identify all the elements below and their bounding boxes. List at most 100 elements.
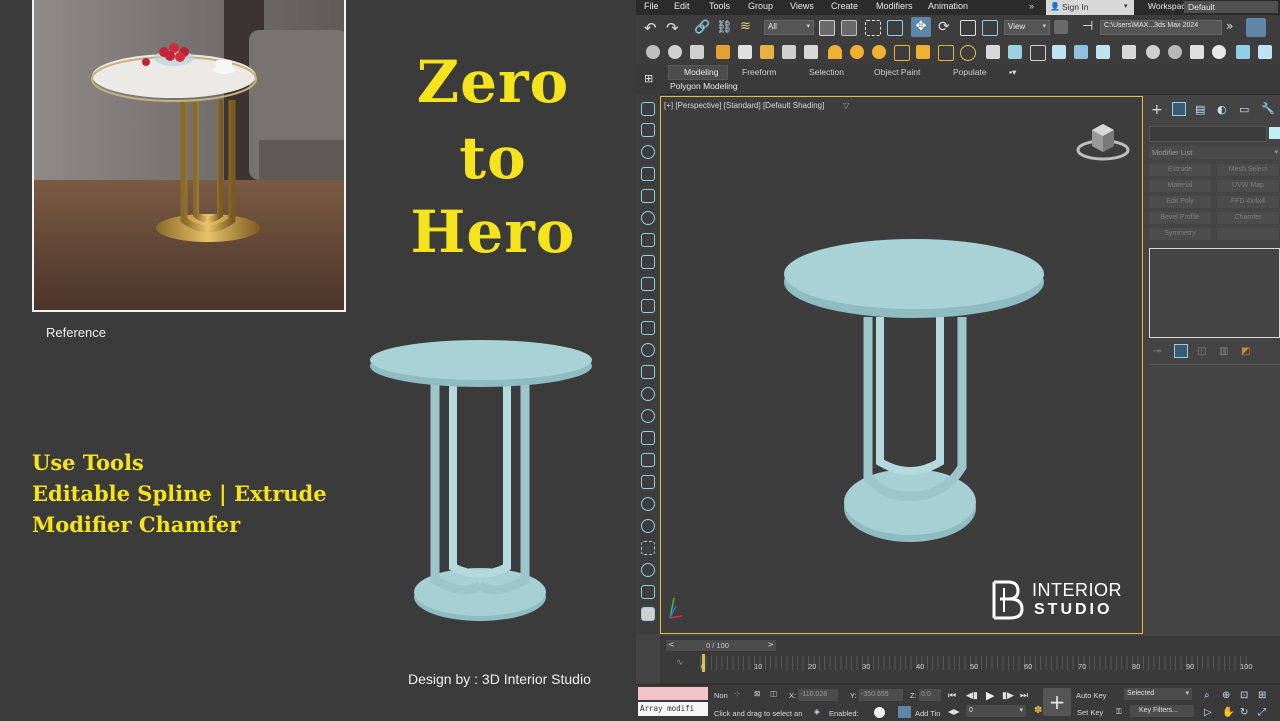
zoom-all-icon[interactable]: ⊕ — [1222, 690, 1230, 701]
select-and-manipulate-icon[interactable]: ⊣ — [1082, 19, 1093, 34]
set-key-button[interactable]: Set Key — [1077, 708, 1103, 717]
render-icon[interactable] — [668, 45, 682, 59]
display-tab-icon[interactable]: ▭ — [1239, 103, 1249, 116]
sign-in-box[interactable]: 👤 Sign In ▾ — [1046, 0, 1134, 15]
pin-stack-icon[interactable]: ⊸ — [1153, 346, 1161, 357]
camera-icon[interactable] — [738, 45, 752, 59]
auto-key-button[interactable]: Auto Key — [1076, 691, 1106, 700]
set-key-large-icon[interactable]: + — [1043, 688, 1071, 716]
side-camera-icon[interactable] — [641, 167, 655, 181]
next-frame-icon[interactable]: ▮▶ — [1002, 690, 1014, 701]
modifier-button-uvw-map[interactable]: UVW Map — [1217, 180, 1279, 192]
half-sphere-icon[interactable] — [850, 45, 864, 59]
time-config-icon[interactable]: ✽ — [1034, 705, 1042, 716]
rectangular-selection-icon[interactable] — [865, 20, 881, 36]
bind-space-warp-icon[interactable]: ≋ — [740, 19, 751, 34]
add-time-tag-icon[interactable] — [898, 706, 911, 718]
orbit-icon[interactable]: ↻ — [1240, 707, 1248, 718]
rotate-icon[interactable]: ⟳ — [938, 19, 950, 35]
side-help-icon[interactable] — [641, 145, 655, 159]
side-paint-icon[interactable] — [641, 387, 655, 401]
side-box-icon[interactable] — [641, 365, 655, 379]
side-create-icon[interactable] — [641, 102, 655, 116]
side-snap-icon[interactable] — [641, 541, 655, 555]
tab-modeling[interactable]: Modeling — [668, 65, 728, 80]
side-question-icon[interactable] — [641, 519, 655, 533]
save-icon[interactable] — [1246, 18, 1266, 37]
selection-lock-icon[interactable]: ⊠ — [754, 689, 760, 698]
tab-object-paint[interactable]: Object Paint — [874, 67, 920, 77]
link-icon[interactable]: 🔗 — [694, 20, 710, 35]
key-mode-icon[interactable]: ◀▶ — [948, 707, 960, 716]
sunlight-icon[interactable] — [960, 45, 976, 61]
current-frame-field[interactable]: 0 ▾ — [966, 705, 1026, 717]
absolute-mode-icon[interactable]: ◫ — [770, 689, 777, 698]
side-nodes-icon[interactable] — [641, 585, 655, 599]
modifier-stack[interactable] — [1149, 248, 1280, 338]
field-of-view-icon[interactable]: ▷ — [1204, 707, 1212, 718]
omni-icon[interactable] — [938, 45, 954, 61]
side-light-icon[interactable] — [641, 211, 655, 225]
menu-create[interactable]: Create — [831, 1, 858, 11]
side-image-icon[interactable] — [641, 607, 655, 621]
side-target-icon[interactable] — [641, 563, 655, 577]
pyramid-icon[interactable] — [1030, 45, 1046, 61]
side-list-icon[interactable] — [641, 123, 655, 137]
hierarchy-tab-icon[interactable]: ▤ — [1195, 103, 1205, 116]
side-cone-icon[interactable] — [641, 255, 655, 269]
select-by-name-icon[interactable] — [841, 20, 857, 36]
space-warp-icon[interactable] — [804, 45, 818, 59]
maxscript-listener-output[interactable] — [638, 687, 708, 700]
motion-tab-icon[interactable]: ◐ — [1217, 103, 1227, 116]
modifier-list-dropdown[interactable]: Modifier List ▾ — [1149, 146, 1280, 159]
menu-animation[interactable]: Animation — [928, 1, 968, 11]
adaptive-degradation-icon[interactable]: ◈ — [814, 707, 820, 716]
maxscript-input[interactable]: Array modifi — [638, 702, 708, 716]
side-eye-icon[interactable] — [641, 497, 655, 511]
select-object-icon[interactable] — [819, 20, 835, 36]
modifier-button-bevel-profile[interactable]: Bevel Profile — [1149, 212, 1211, 224]
material-editor-icon[interactable] — [1146, 45, 1160, 59]
z-coordinate-field[interactable]: 0.0 — [919, 689, 941, 701]
tab-freeform[interactable]: Freeform — [742, 67, 776, 77]
rendered-frame-icon[interactable] — [1190, 45, 1204, 59]
zoom-extents-all-icon[interactable]: ⊞ — [1258, 690, 1266, 701]
menu-modifiers[interactable]: Modifiers — [876, 1, 913, 11]
side-bulb-icon[interactable] — [641, 409, 655, 423]
viewcube-icon[interactable] — [1074, 118, 1132, 164]
make-unique-icon[interactable]: ◫ — [1197, 346, 1206, 357]
side-grid-icon[interactable] — [641, 475, 655, 489]
menu-views[interactable]: Views — [790, 1, 814, 11]
side-document-icon[interactable] — [641, 299, 655, 313]
key-set-dropdown[interactable]: Selected ▾ — [1124, 688, 1192, 700]
modifier-button-empty[interactable] — [1217, 228, 1279, 240]
zoom-extents-icon[interactable]: ⊡ — [1240, 690, 1248, 701]
side-frame-icon[interactable] — [641, 431, 655, 445]
align-icon[interactable] — [1096, 45, 1110, 59]
unlink-icon[interactable]: ⛓ — [716, 20, 733, 35]
side-bottle-icon[interactable] — [641, 321, 655, 335]
sun-dome-icon[interactable] — [828, 45, 842, 59]
side-sync-icon[interactable] — [641, 343, 655, 357]
show-end-result-icon[interactable] — [1174, 344, 1188, 358]
viewport-label[interactable]: [+] [Perspective] [Standard] [Default Sh… — [664, 101, 824, 110]
time-slider[interactable]: < 0 / 100 > — [666, 640, 776, 651]
modifier-button-mesh-select[interactable]: Mesh Select — [1217, 164, 1279, 176]
modifier-icon[interactable] — [986, 45, 1000, 59]
side-map-icon[interactable] — [641, 277, 655, 291]
play-icon[interactable]: ▶ — [986, 689, 994, 702]
render-frame-icon[interactable] — [690, 45, 704, 59]
scatter-icon[interactable] — [1074, 45, 1088, 59]
geosphere-icon[interactable] — [894, 45, 910, 61]
menu-edit[interactable]: Edit — [674, 1, 690, 11]
workspaces-dropdown[interactable]: Default — [1184, 1, 1278, 13]
helper-icon[interactable] — [782, 45, 796, 59]
overflow-icon[interactable]: » — [1226, 19, 1233, 33]
move-icon[interactable]: ✥ — [911, 17, 931, 37]
zoom-icon[interactable]: ⌕ — [1204, 690, 1210, 701]
light-icon[interactable] — [760, 45, 774, 59]
sphere-light-icon[interactable] — [872, 45, 886, 59]
x-coordinate-field[interactable]: -110.028 — [798, 689, 838, 701]
subtab-polygon-modeling[interactable]: Polygon Modeling — [670, 81, 738, 91]
curve-editor-icon[interactable] — [1122, 45, 1136, 59]
